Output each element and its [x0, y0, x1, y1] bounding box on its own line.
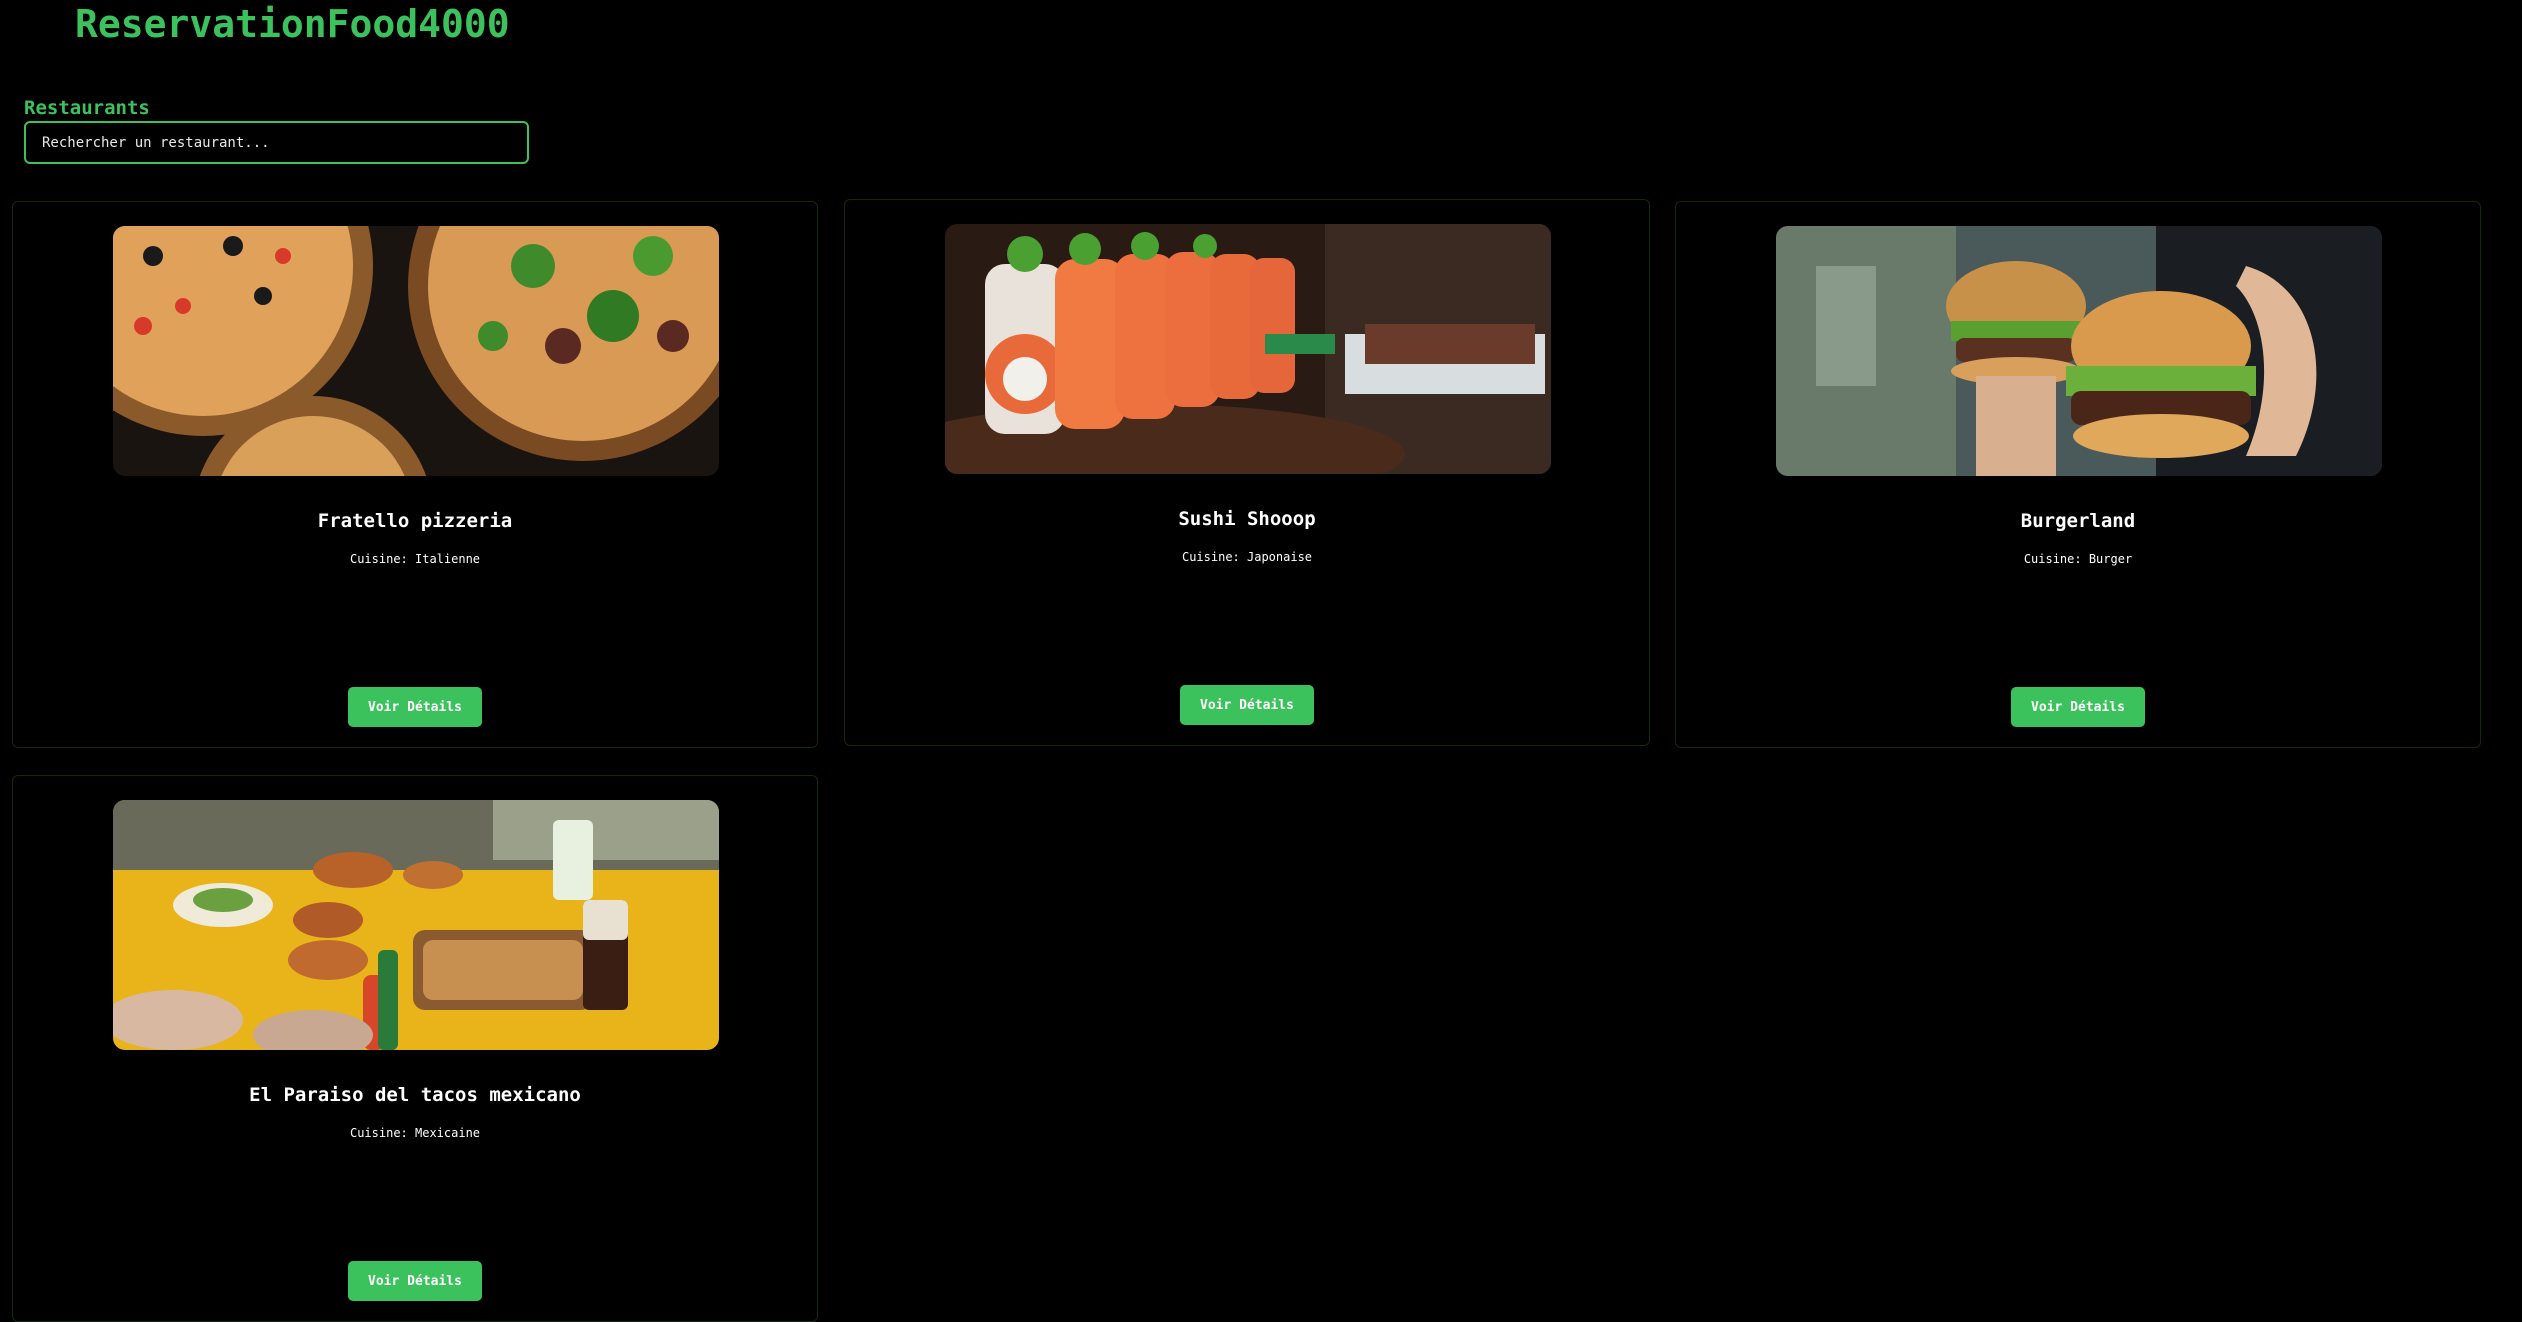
restaurant-card: El Paraiso del tacos mexicano Cuisine: M… — [12, 775, 818, 1322]
restaurant-card: Fratello pizzeria Cuisine: Italienne Voi… — [12, 201, 818, 748]
restaurant-cuisine: Cuisine: Italienne — [349, 552, 481, 566]
view-details-button[interactable]: Voir Détails — [1180, 685, 1314, 725]
restaurant-name: Fratello pizzeria — [317, 510, 513, 532]
restaurant-cuisine: Cuisine: Burger — [2023, 552, 2133, 566]
restaurant-card: Burgerland Cuisine: Burger Voir Détails — [1675, 201, 2481, 748]
restaurant-name: Sushi Shooop — [1178, 508, 1316, 530]
restaurant-name: El Paraiso del tacos mexicano — [249, 1084, 581, 1106]
restaurant-cuisine: Cuisine: Mexicaine — [349, 1126, 481, 1140]
pizza-photo — [113, 226, 719, 476]
view-details-button[interactable]: Voir Détails — [348, 1261, 482, 1301]
restaurant-cuisine: Cuisine: Japonaise — [1181, 550, 1313, 564]
burger-photo — [1776, 226, 2382, 476]
view-details-button[interactable]: Voir Détails — [348, 687, 482, 727]
tacos-photo — [113, 800, 719, 1050]
search-input[interactable] — [24, 121, 529, 164]
app-title: ReservationFood4000 — [75, 2, 510, 46]
restaurant-name: Burgerland — [2020, 510, 2136, 532]
sushi-photo — [945, 224, 1551, 474]
section-label: Restaurants — [24, 97, 150, 119]
restaurant-card: Sushi Shooop Cuisine: Japonaise Voir Dét… — [844, 199, 1650, 746]
view-details-button[interactable]: Voir Détails — [2011, 687, 2145, 727]
